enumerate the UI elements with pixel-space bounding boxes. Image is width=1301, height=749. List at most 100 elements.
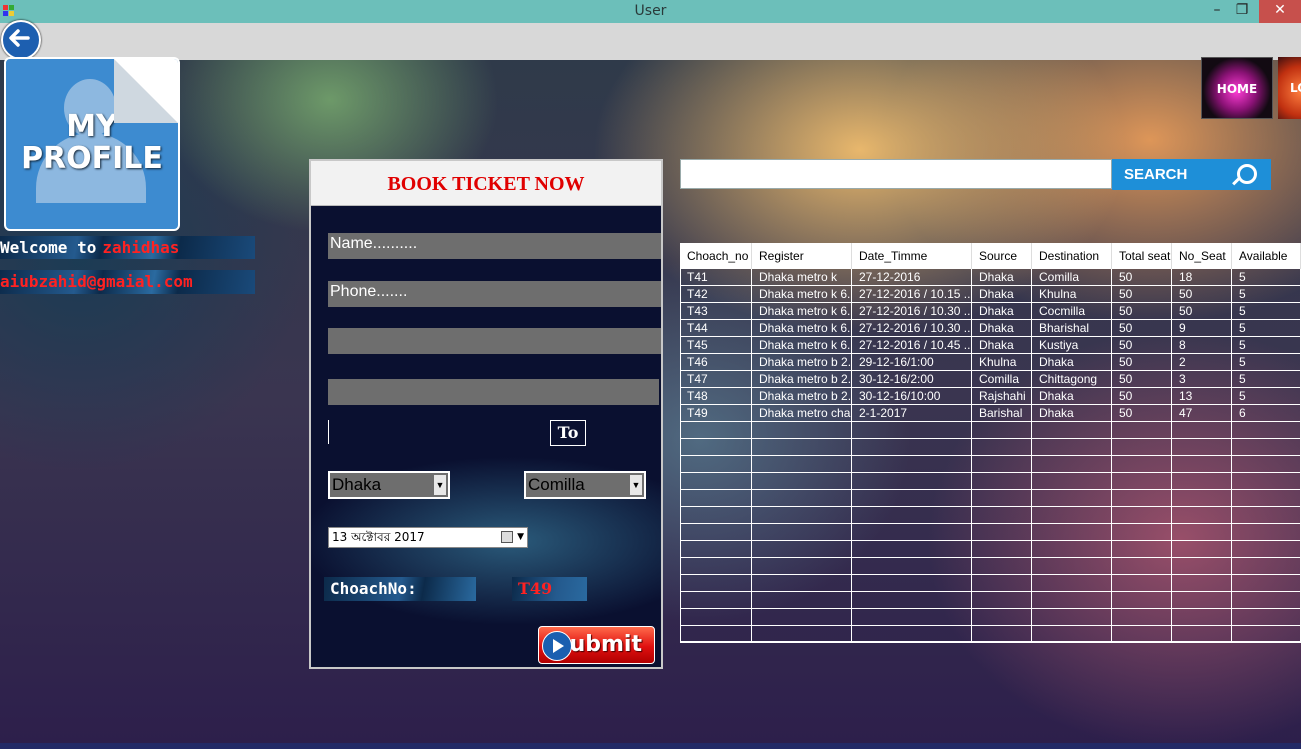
table-cell[interactable]: 5 [1232,320,1301,337]
table-cell[interactable]: Chittagong [1032,371,1112,388]
table-cell[interactable]: 8 [1172,337,1232,354]
table-row[interactable]: T44 Dhaka metro k 6... 27-12-2016 / 10.30 … [680,320,1301,337]
table-cell[interactable]: Dhaka metro k 6... [752,286,852,303]
table-cell[interactable]: Khulna [1032,286,1112,303]
empty-row[interactable] [680,524,1301,541]
table-cell[interactable]: 5 [1232,337,1301,354]
table-cell[interactable]: 29-12-16/1:00 [852,354,972,371]
table-cell[interactable]: Dhaka [1032,354,1112,371]
table-cell[interactable]: Dhaka metro b 2... [752,371,852,388]
table-cell[interactable]: Comilla [972,371,1032,388]
table-row[interactable]: T49 Dhaka metro cha 2-1-2017 Barishal Dhaka 5… [680,405,1301,422]
table-cell[interactable]: 5 [1232,354,1301,371]
table-cell[interactable]: 50 [1112,354,1172,371]
table-cell[interactable]: 50 [1172,303,1232,320]
empty-row[interactable] [680,456,1301,473]
table-cell[interactable]: Dhaka [1032,405,1112,422]
column-header[interactable]: Source [972,243,1032,269]
table-cell[interactable]: T46 [680,354,752,371]
table-cell[interactable]: T49 [680,405,752,422]
table-cell[interactable]: 2-1-2017 [852,405,972,422]
table-cell[interactable]: 50 [1112,269,1172,286]
table-cell[interactable]: 5 [1232,303,1301,320]
table-cell[interactable]: Dhaka metro k 6... [752,303,852,320]
table-row[interactable]: T45 Dhaka metro k 6... 27-12-2016 / 10.45 … [680,337,1301,354]
table-cell[interactable]: 50 [1112,286,1172,303]
chevron-down-icon[interactable]: ▼ [517,528,524,547]
table-cell[interactable]: Dhaka metro k 6... [752,337,852,354]
table-cell[interactable]: 30-12-16/2:00 [852,371,972,388]
table-cell[interactable]: Khulna [972,354,1032,371]
table-cell[interactable]: Dhaka metro cha [752,405,852,422]
table-row[interactable]: T46 Dhaka metro b 2... 29-12-16/1:00 Khulna… [680,354,1301,371]
empty-row[interactable] [680,490,1301,507]
empty-row[interactable] [680,541,1301,558]
chevron-down-icon[interactable]: ▼ [434,475,446,495]
logout-button[interactable]: LO [1278,57,1301,119]
table-cell[interactable]: 50 [1172,286,1232,303]
from-city-select[interactable]: Dhaka ▼ [328,471,450,499]
submit-button[interactable]: Submit [538,626,655,664]
coach-table[interactable]: Choach_no Register Date_Timme Source Destina… [680,243,1301,643]
table-cell[interactable]: 47 [1172,405,1232,422]
empty-row[interactable] [680,439,1301,456]
column-header[interactable]: Total seat [1112,243,1172,269]
calendar-icon[interactable] [501,531,513,543]
table-cell[interactable]: Dhaka metro b 2... [752,388,852,405]
table-cell[interactable]: 27-12-2016 / 10.15 ... [852,286,972,303]
empty-row[interactable] [680,422,1301,439]
table-cell[interactable]: 18 [1172,269,1232,286]
minimize-button[interactable]: – [1205,0,1229,23]
column-header[interactable]: Destination [1032,243,1112,269]
empty-row[interactable] [680,558,1301,575]
maximize-button[interactable]: ❐ [1229,0,1255,23]
table-cell[interactable]: Comilla [1032,269,1112,286]
column-header[interactable]: Date_Timme [852,243,972,269]
phone-input[interactable]: Phone....... [328,281,661,307]
table-cell[interactable]: Dhaka metro k 6... [752,320,852,337]
table-cell[interactable]: T41 [680,269,752,286]
table-cell[interactable]: Dhaka [972,269,1032,286]
column-header[interactable]: Available [1232,243,1301,269]
table-cell[interactable]: Dhaka [1032,388,1112,405]
search-button[interactable]: SEARCH [1112,159,1271,190]
column-header[interactable]: No_Seat [1172,243,1232,269]
table-cell[interactable]: 5 [1232,269,1301,286]
table-cell[interactable]: 27-12-2016 / 10.30 ... [852,320,972,337]
table-cell[interactable]: 6 [1232,405,1301,422]
table-cell[interactable]: Cocmilla [1032,303,1112,320]
table-cell[interactable]: 27-12-2016 / 10.30 ... [852,303,972,320]
chevron-down-icon[interactable]: ▼ [630,475,642,495]
table-cell[interactable]: T47 [680,371,752,388]
table-row[interactable]: T42 Dhaka metro k 6... 27-12-2016 / 10.15 … [680,286,1301,303]
table-cell[interactable]: Bharishal [1032,320,1112,337]
text-input-4[interactable] [328,379,659,405]
table-row[interactable]: T48 Dhaka metro b 2... 30-12-16/10:00 Rajsh… [680,388,1301,405]
table-cell[interactable]: Kustiya [1032,337,1112,354]
back-button[interactable] [1,20,41,60]
table-cell[interactable]: T43 [680,303,752,320]
table-cell[interactable]: Dhaka [972,337,1032,354]
table-cell[interactable]: 5 [1232,388,1301,405]
table-cell[interactable]: Dhaka metro b 2... [752,354,852,371]
table-cell[interactable]: 50 [1112,405,1172,422]
table-cell[interactable]: 30-12-16/10:00 [852,388,972,405]
table-cell[interactable]: T45 [680,337,752,354]
table-cell[interactable]: 2 [1172,354,1232,371]
table-cell[interactable]: Barishal [972,405,1032,422]
empty-row[interactable] [680,592,1301,609]
table-cell[interactable]: Dhaka [972,303,1032,320]
table-cell[interactable]: 9 [1172,320,1232,337]
table-row[interactable]: T47 Dhaka metro b 2... 30-12-16/2:00 Comill… [680,371,1301,388]
column-header[interactable]: Register [752,243,852,269]
my-profile-button[interactable]: MY PROFILE [4,57,180,231]
name-input[interactable]: Name.......... [328,233,661,259]
table-cell[interactable]: 27-12-2016 [852,269,972,286]
table-cell[interactable]: 50 [1112,388,1172,405]
table-cell[interactable]: 13 [1172,388,1232,405]
search-input[interactable] [680,159,1112,189]
table-cell[interactable]: Rajshahi [972,388,1032,405]
table-cell[interactable]: 27-12-2016 / 10.45 ... [852,337,972,354]
to-city-select[interactable]: Comilla ▼ [524,471,646,499]
text-input-3[interactable] [328,328,661,354]
